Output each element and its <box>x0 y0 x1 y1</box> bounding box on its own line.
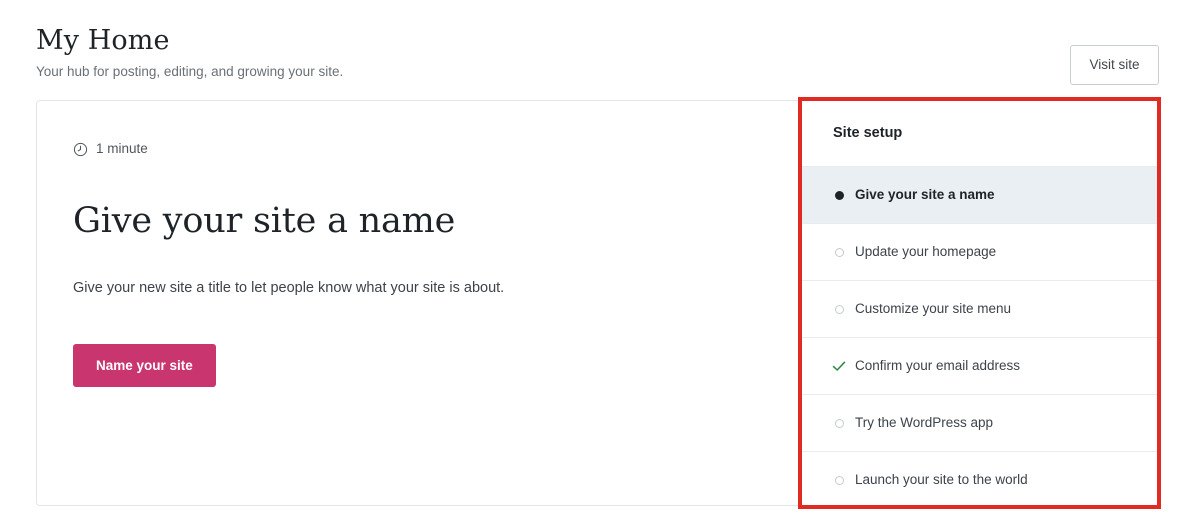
circle-outline-icon <box>828 475 850 485</box>
circle-outline-icon <box>828 247 850 257</box>
setup-item-label: Confirm your email address <box>855 358 1021 373</box>
visit-site-button[interactable]: Visit site <box>1070 45 1159 85</box>
clock-icon <box>73 142 88 156</box>
setup-item-label: Give your site a name <box>855 187 995 202</box>
check-icon <box>828 358 850 374</box>
setup-item[interactable]: Try the WordPress app <box>802 394 1159 451</box>
name-your-site-button[interactable]: Name your site <box>73 344 216 387</box>
setup-item[interactable]: Confirm your email address <box>802 337 1159 394</box>
setup-item[interactable]: Customize your site menu <box>802 280 1159 337</box>
setup-item-label: Try the WordPress app <box>855 415 994 430</box>
task-duration-label: 1 minute <box>96 141 148 156</box>
setup-item-label: Customize your site menu <box>855 301 1012 316</box>
task-duration: 1 minute <box>73 139 765 159</box>
setup-item-label: Launch your site to the world <box>855 472 1028 487</box>
task-title: Give your site a name <box>73 201 456 241</box>
page-title: My Home <box>36 25 170 56</box>
dot-filled-icon <box>828 190 850 200</box>
page-subtitle: Your hub for posting, editing, and growi… <box>36 64 344 79</box>
site-setup-list: Give your site a name Update your homepag… <box>802 166 1159 505</box>
site-setup-title: Site setup <box>833 125 903 141</box>
task-description: Give your new site a title to let people… <box>73 280 505 296</box>
circle-outline-icon <box>828 304 850 314</box>
setup-item[interactable]: Give your site a name <box>802 166 1159 223</box>
setup-item[interactable]: Update your homepage <box>802 223 1159 280</box>
circle-outline-icon <box>828 418 850 428</box>
page-header: My Home Your hub for posting, editing, a… <box>0 0 1200 100</box>
setup-item[interactable]: Launch your site to the world <box>802 451 1159 505</box>
task-pane: 1 minute Give your site a name Give your… <box>37 101 801 505</box>
site-setup-panel: Site setup Give your site a name Update y… <box>801 101 1159 505</box>
setup-item-label: Update your homepage <box>855 244 997 259</box>
home-card: 1 minute Give your site a name Give your… <box>36 100 1160 506</box>
header-text-group: My Home Your hub for posting, editing, a… <box>36 24 343 82</box>
